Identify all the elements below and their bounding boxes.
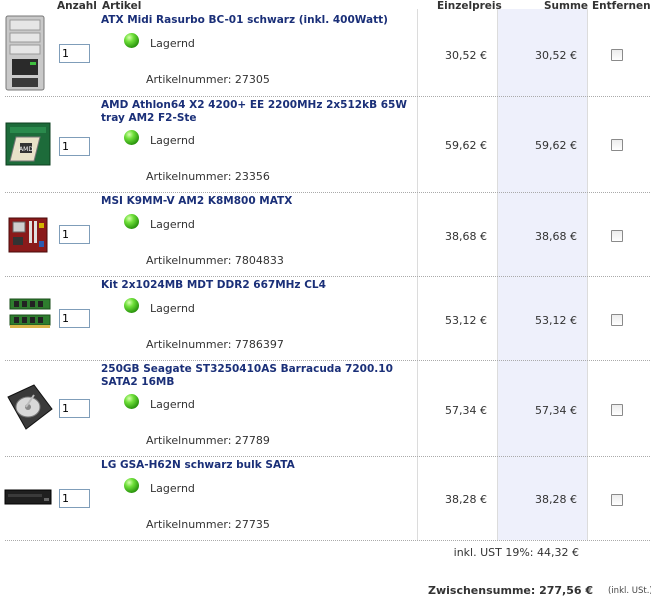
tax-included-note: (inkl. USt.) (608, 586, 651, 596)
pc-case-icon[interactable] (4, 15, 48, 94)
cart-row: AMD AMD Athlon64 X2 4200+ EE 2200MHz 2x5… (0, 97, 651, 193)
unit-price: 57,34 € (445, 404, 487, 417)
line-sum: 59,62 € (535, 139, 577, 152)
tax-amount: inkl. UST 19%: 44,32 € (453, 546, 579, 559)
product-name-link[interactable]: AMD Athlon64 X2 4200+ EE 2200MHz 2x512kB… (101, 99, 411, 125)
article-number: Artikelnummer: 27305 (146, 73, 270, 86)
in-stock-indicator-icon (124, 478, 139, 493)
remove-checkbox[interactable] (611, 139, 623, 151)
quantity-input[interactable] (59, 137, 90, 156)
unit-price: 30,52 € (445, 49, 487, 62)
product-name-link[interactable]: 250GB Seagate ST3250410AS Barracuda 7200… (101, 363, 411, 389)
stock-status: Lagernd (150, 302, 195, 315)
row-divider (5, 540, 650, 541)
product-name-link[interactable]: LG GSA-H62N schwarz bulk SATA (101, 459, 411, 472)
quantity-input[interactable] (59, 44, 90, 63)
remove-checkbox[interactable] (611, 494, 623, 506)
line-sum: 30,52 € (535, 49, 577, 62)
unit-price: 38,68 € (445, 230, 487, 243)
stock-status: Lagernd (150, 134, 195, 147)
in-stock-indicator-icon (124, 394, 139, 409)
subtotal: Zwischensumme: 277,56 € (428, 584, 594, 597)
cart-row: 250GB Seagate ST3250410AS Barracuda 7200… (0, 361, 651, 457)
line-sum: 53,12 € (535, 314, 577, 327)
product-name-link[interactable]: Kit 2x1024MB MDT DDR2 667MHz CL4 (101, 279, 411, 292)
stock-status: Lagernd (150, 218, 195, 231)
remove-checkbox[interactable] (611, 404, 623, 416)
product-name-link[interactable]: MSI K9MM-V AM2 K8M800 MATX (101, 195, 411, 208)
article-number: Artikelnummer: 27789 (146, 434, 270, 447)
quantity-input[interactable] (59, 489, 90, 508)
remove-checkbox[interactable] (611, 49, 623, 61)
article-number: Artikelnummer: 27735 (146, 518, 270, 531)
cart-row: Kit 2x1024MB MDT DDR2 667MHz CL4 Lagernd… (0, 277, 651, 361)
in-stock-indicator-icon (124, 298, 139, 313)
in-stock-indicator-icon (124, 214, 139, 229)
unit-price: 59,62 € (445, 139, 487, 152)
remove-checkbox[interactable] (611, 314, 623, 326)
article-number: Artikelnummer: 23356 (146, 170, 270, 183)
cart-row: ATX Midi Rasurbo BC-01 schwarz (inkl. 40… (0, 9, 651, 97)
quantity-input[interactable] (59, 399, 90, 418)
cart-row: LG GSA-H62N schwarz bulk SATA Lagernd Ar… (0, 457, 651, 541)
quantity-input[interactable] (59, 309, 90, 328)
stock-status: Lagernd (150, 482, 195, 495)
product-name-link[interactable]: ATX Midi Rasurbo BC-01 schwarz (inkl. 40… (101, 14, 411, 27)
motherboard-icon[interactable] (8, 217, 48, 256)
line-sum: 38,68 € (535, 230, 577, 243)
dvd-drive-icon[interactable] (4, 487, 52, 510)
remove-checkbox[interactable] (611, 230, 623, 242)
svg-text:AMD: AMD (19, 146, 33, 153)
in-stock-indicator-icon (124, 33, 139, 48)
unit-price: 53,12 € (445, 314, 487, 327)
in-stock-indicator-icon (124, 130, 139, 145)
quantity-input[interactable] (59, 225, 90, 244)
line-sum: 38,28 € (535, 493, 577, 506)
hard-drive-icon[interactable] (4, 383, 54, 436)
article-number: Artikelnummer: 7804833 (146, 254, 284, 267)
ram-module-icon[interactable] (6, 297, 54, 336)
cart-row: MSI K9MM-V AM2 K8M800 MATX Lagernd Artik… (0, 193, 651, 277)
stock-status: Lagernd (150, 398, 195, 411)
article-number: Artikelnummer: 7786397 (146, 338, 284, 351)
line-sum: 57,34 € (535, 404, 577, 417)
unit-price: 38,28 € (445, 493, 487, 506)
cpu-box-icon[interactable]: AMD (4, 121, 52, 170)
stock-status: Lagernd (150, 37, 195, 50)
